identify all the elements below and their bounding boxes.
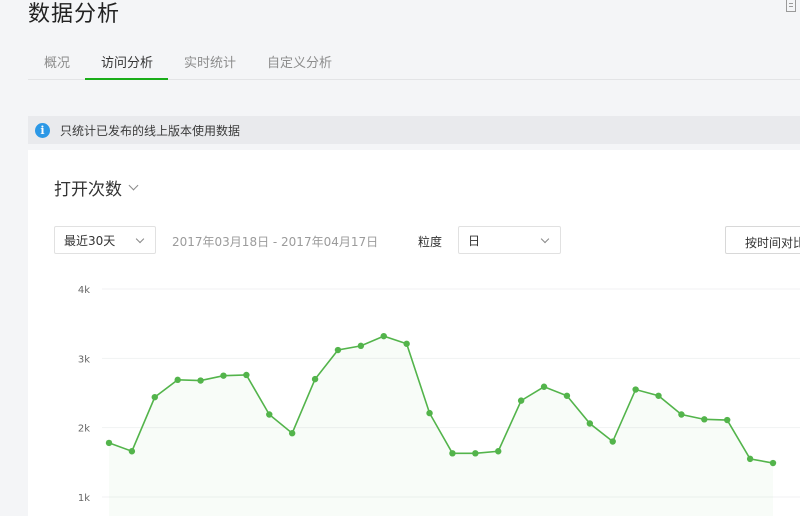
page-title: 数据分析: [28, 2, 121, 27]
tab-bar: 概况 访问分析 实时统计 自定义分析: [28, 40, 800, 80]
notice-bar: i 只统计已发布的线上版本使用数据: [28, 116, 800, 144]
data-point[interactable]: [243, 371, 250, 379]
data-point[interactable]: [105, 439, 113, 447]
tab-custom-analysis[interactable]: 自定义分析: [251, 40, 347, 79]
data-point[interactable]: [174, 376, 181, 384]
data-point[interactable]: [472, 450, 479, 457]
data-point[interactable]: [701, 416, 708, 423]
notice-text: 只统计已发布的线上版本使用数据: [60, 123, 241, 138]
data-point[interactable]: [769, 459, 777, 467]
data-point[interactable]: [288, 430, 296, 437]
data-point[interactable]: [449, 450, 456, 457]
tab-overview[interactable]: 概况: [28, 40, 85, 79]
open-count-line-chart: 1k 2k 3k 4k: [78, 285, 800, 516]
data-point[interactable]: [197, 377, 204, 384]
data-point[interactable]: [540, 383, 548, 390]
data-point[interactable]: [426, 409, 433, 417]
data-point[interactable]: [655, 392, 662, 399]
data-point[interactable]: [746, 455, 754, 463]
data-point[interactable]: [128, 448, 136, 455]
data-point[interactable]: [266, 411, 273, 418]
data-point[interactable]: [151, 393, 158, 401]
y-tick-label: 3k: [78, 354, 90, 365]
data-point[interactable]: [220, 372, 227, 379]
data-point[interactable]: [724, 416, 731, 424]
series-area: [109, 336, 773, 516]
document-icon[interactable]: [786, 0, 796, 12]
data-point[interactable]: [357, 342, 365, 350]
data-point[interactable]: [678, 411, 685, 418]
data-point[interactable]: [563, 392, 571, 399]
data-point[interactable]: [495, 448, 502, 455]
data-point[interactable]: [403, 340, 410, 347]
data-point[interactable]: [517, 397, 525, 404]
data-point[interactable]: [586, 420, 594, 427]
data-point[interactable]: [632, 386, 639, 393]
tab-visit-analysis[interactable]: 访问分析: [85, 40, 169, 80]
chart-card: 打开次数 最近30天 2017年03月18日 - 2017年04月17日 粒度 …: [28, 150, 800, 516]
data-point[interactable]: [380, 332, 387, 340]
tab-realtime-stats[interactable]: 实时统计: [168, 40, 251, 79]
info-icon: i: [35, 122, 50, 138]
data-point[interactable]: [311, 375, 319, 383]
data-point[interactable]: [334, 346, 342, 354]
y-tick-label: 4k: [78, 285, 90, 296]
y-tick-label: 2k: [78, 424, 90, 435]
data-point[interactable]: [609, 438, 616, 445]
y-tick-label: 1k: [78, 493, 90, 504]
